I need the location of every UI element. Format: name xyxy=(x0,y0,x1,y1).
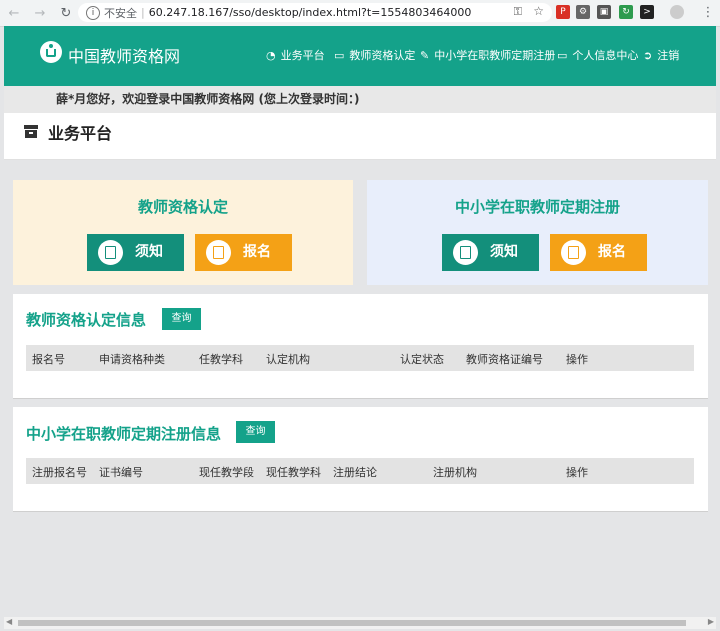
nav-label: 个人信息中心 xyxy=(572,49,639,62)
url-text: 60.247.18.167/sso/desktop/index.html?t=1… xyxy=(148,6,472,19)
extension-gear-icon[interactable]: ⚙ xyxy=(576,5,590,19)
section-title: 中小学在职教师定期注册信息 xyxy=(26,425,222,443)
address-bar[interactable]: i 不安全 | 60.247.18.167/sso/desktop/index.… xyxy=(78,3,552,22)
nav-label: 教师资格认定 xyxy=(349,49,416,62)
column-header: 注册报名号 xyxy=(32,466,87,479)
column-header: 任教学科 xyxy=(199,353,243,366)
clipboard-icon xyxy=(206,240,231,265)
archive-icon xyxy=(24,125,38,138)
column-header: 操作 xyxy=(566,466,588,479)
profile-avatar-icon[interactable] xyxy=(670,5,684,19)
insecure-label: 不安全 xyxy=(104,6,137,20)
address-divider: | xyxy=(141,6,145,19)
column-header: 教师资格证编号 xyxy=(466,353,543,366)
button-label: 须知 xyxy=(490,244,518,260)
nav-label: 业务平台 xyxy=(280,49,325,62)
welcome-text: 薛*月您好，欢迎登录中国教师资格网 (您上次登录时间：) xyxy=(56,92,360,106)
site-logo-icon xyxy=(40,41,62,63)
card-title: 中小学在职教师定期注册 xyxy=(454,198,620,216)
site-name: 中国教师资格网 xyxy=(68,47,181,66)
button-label: 报名 xyxy=(243,244,271,260)
clipboard-icon xyxy=(561,240,586,265)
nav-item-personal-center[interactable]: ▭ 个人信息中心 xyxy=(557,47,638,63)
extension-image-icon[interactable]: ▣ xyxy=(597,5,611,19)
dashboard-icon: ◔ xyxy=(266,48,276,62)
column-header: 现任教学科 xyxy=(266,466,321,479)
cert-info-section: 教师资格认定信息 查询 报名号 申请资格种类 任教学科 认定机构 认定状态 教师… xyxy=(13,294,708,399)
card-periodic-registration: 中小学在职教师定期注册 须知 报名 xyxy=(367,180,708,285)
registration-info-section: 中小学在职教师定期注册信息 查询 注册报名号 证书编号 现任教学段 现任教学科 … xyxy=(13,407,708,512)
reload-icon[interactable]: ↻ xyxy=(58,6,74,21)
nav-item-periodic-registration[interactable]: ✎ 中小学在职教师定期注册 xyxy=(420,47,555,63)
bookmark-star-icon[interactable]: ☆ xyxy=(533,4,544,18)
browser-toolbar: ← → ↻ i 不安全 | 60.247.18.167/sso/desktop/… xyxy=(0,0,720,27)
column-header: 认定机构 xyxy=(266,353,310,366)
scroll-left-icon[interactable]: ◀ xyxy=(6,617,12,626)
site-header: 中国教师资格网 ◔ 业务平台 ▭ 教师资格认定 ✎ 中小学在职教师定期注册 ▭ … xyxy=(4,26,716,86)
nav-item-logout[interactable]: ➲ 注销 xyxy=(643,47,679,63)
monitor-icon: ▭ xyxy=(557,48,568,62)
document-icon xyxy=(453,240,478,265)
column-header: 操作 xyxy=(566,353,588,366)
registration-table-header: 注册报名号 证书编号 现任教学段 现任教学科 注册结论 注册机构 操作 xyxy=(26,458,694,484)
column-header: 注册结论 xyxy=(333,466,377,479)
extension-terminal-icon[interactable]: > xyxy=(640,5,654,19)
column-header: 证书编号 xyxy=(99,466,143,479)
scroll-right-icon[interactable]: ▶ xyxy=(708,617,714,626)
welcome-bar: 薛*月您好，欢迎登录中国教师资格网 (您上次登录时间：) xyxy=(4,86,716,113)
column-header: 注册机构 xyxy=(433,466,477,479)
edit-icon: ✎ xyxy=(420,48,430,62)
nav-item-teacher-cert[interactable]: ▭ 教师资格认定 xyxy=(334,47,415,63)
extension-pdf-icon[interactable]: P xyxy=(556,5,570,19)
document-icon xyxy=(98,240,123,265)
logout-icon: ➲ xyxy=(643,48,653,62)
column-header: 报名号 xyxy=(32,353,65,366)
button-label: 须知 xyxy=(135,244,163,260)
key-icon[interactable]: ⚿ xyxy=(514,5,522,19)
cert-query-button[interactable]: 查询 xyxy=(162,308,201,330)
browser-menu-icon[interactable]: ⋮ xyxy=(700,5,716,20)
column-header: 申请资格种类 xyxy=(99,353,165,366)
nav-label: 中小学在职教师定期注册 xyxy=(434,49,556,62)
forward-icon[interactable]: → xyxy=(32,6,48,21)
card-title: 教师资格认定 xyxy=(137,198,228,216)
registration-apply-button[interactable]: 报名 xyxy=(550,234,647,271)
back-icon[interactable]: ← xyxy=(6,6,22,21)
horizontal-scrollbar[interactable]: ◀ ▶ xyxy=(4,617,716,629)
section-title: 教师资格认定信息 xyxy=(26,311,147,329)
nav-item-business-platform[interactable]: ◔ 业务平台 xyxy=(266,47,325,63)
card-teacher-cert: 教师资格认定 须知 报名 xyxy=(13,180,353,285)
column-header: 认定状态 xyxy=(400,353,444,366)
button-label: 报名 xyxy=(598,244,626,260)
page-title: 业务平台 xyxy=(48,124,113,143)
column-header: 现任教学段 xyxy=(199,466,254,479)
info-icon[interactable]: i xyxy=(86,5,100,20)
cert-notice-button[interactable]: 须知 xyxy=(87,234,184,271)
page-title-bar: 业务平台 xyxy=(4,113,716,160)
registration-query-button[interactable]: 查询 xyxy=(236,421,275,443)
cert-apply-button[interactable]: 报名 xyxy=(195,234,292,271)
scrollbar-thumb[interactable] xyxy=(18,620,686,626)
extension-refresh-icon[interactable]: ↻ xyxy=(619,5,633,19)
cert-table-header: 报名号 申请资格种类 任教学科 认定机构 认定状态 教师资格证编号 操作 xyxy=(26,345,694,371)
monitor-icon: ▭ xyxy=(334,48,345,62)
registration-notice-button[interactable]: 须知 xyxy=(442,234,539,271)
nav-label: 注销 xyxy=(657,49,680,62)
